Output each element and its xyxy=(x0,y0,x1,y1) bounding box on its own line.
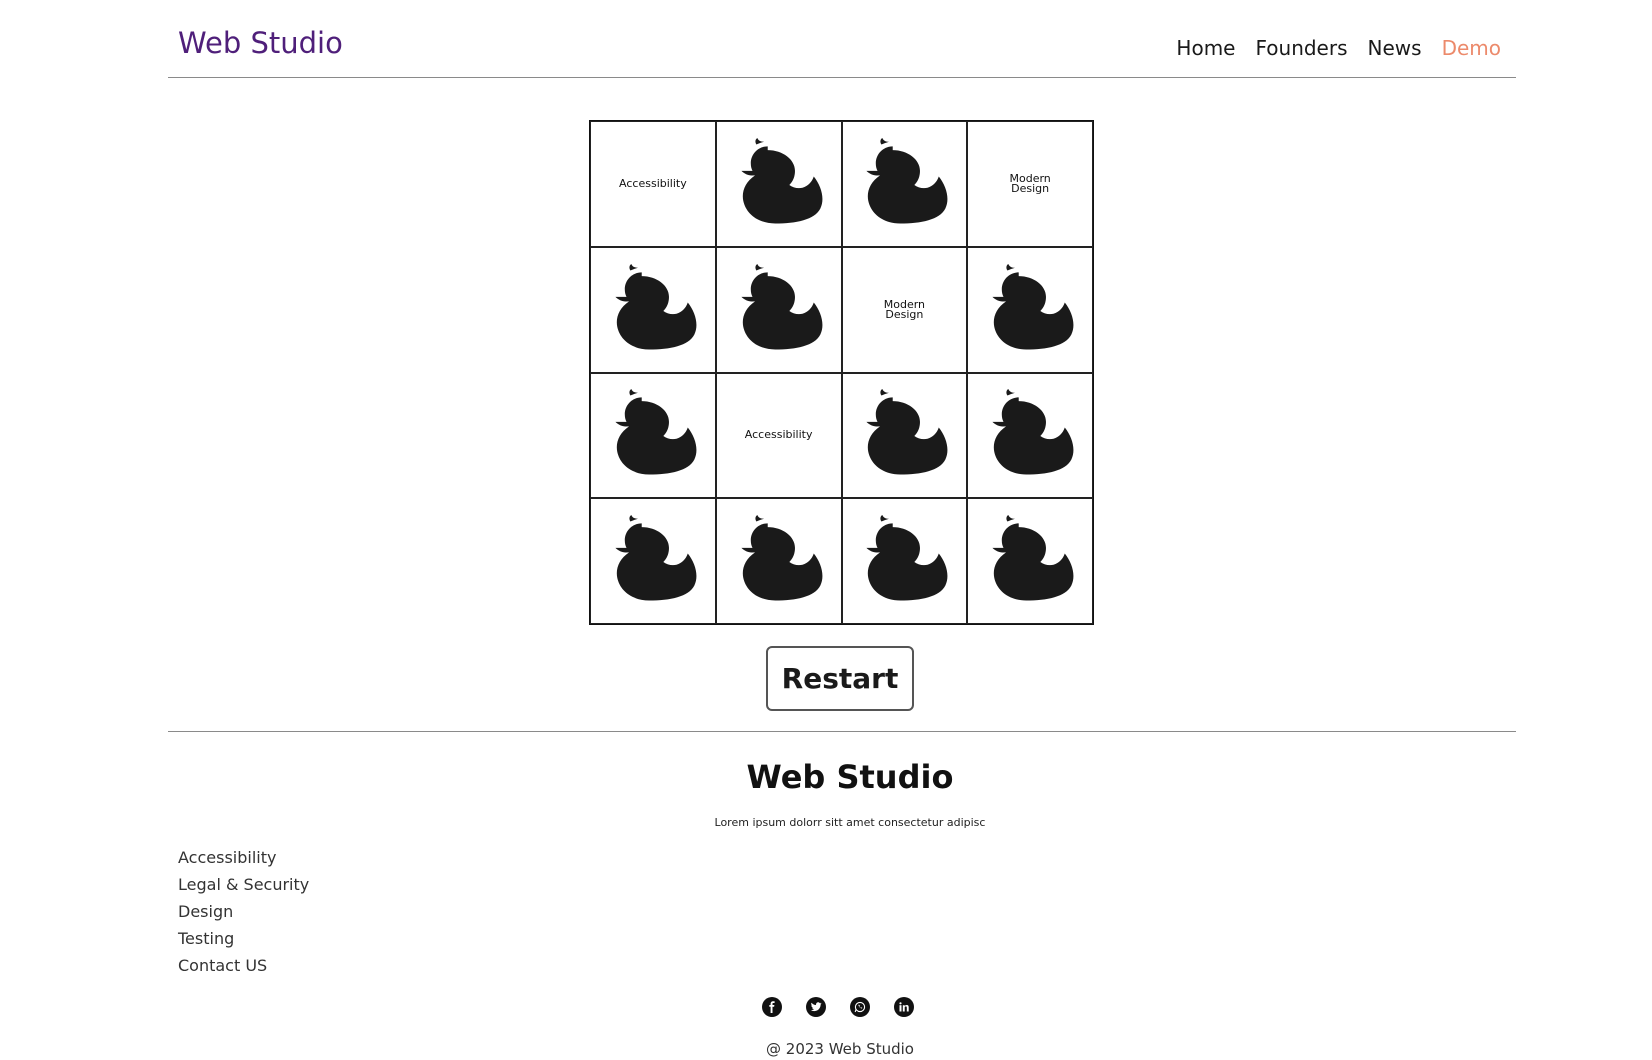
nav-demo[interactable]: Demo xyxy=(1442,36,1501,60)
card-face-down[interactable] xyxy=(715,246,842,373)
card-face-down[interactable] xyxy=(841,121,968,247)
footer-description: Lorem ipsum dolorr sitt amet consectetur… xyxy=(714,816,986,829)
footer-link-item: Legal & Security xyxy=(178,875,309,902)
restart-button[interactable]: Restart xyxy=(766,646,914,711)
footer-link-testing[interactable]: Testing xyxy=(178,929,234,948)
card-face-up[interactable]: Modern Design xyxy=(841,246,968,373)
duck-icon xyxy=(741,515,823,601)
duck-icon xyxy=(615,389,697,475)
duck-icon xyxy=(615,515,697,601)
nav-home[interactable]: Home xyxy=(1176,36,1235,60)
card-face-down[interactable] xyxy=(841,372,968,499)
card-face-down[interactable] xyxy=(967,372,1093,499)
duck-icon xyxy=(741,137,823,224)
card-face-down[interactable] xyxy=(715,498,842,624)
footer-link-item: Design xyxy=(178,902,309,929)
footer-title: Web Studio xyxy=(746,758,954,796)
twitter-icon[interactable] xyxy=(806,997,826,1017)
nav-founders[interactable]: Founders xyxy=(1255,36,1347,60)
footer-link-design[interactable]: Design xyxy=(178,902,233,921)
card-label: Accessibility xyxy=(744,428,813,442)
card-face-down[interactable] xyxy=(590,246,716,373)
footer-link-contact[interactable]: Contact US xyxy=(178,956,267,975)
card-face-down[interactable] xyxy=(841,498,968,624)
duck-icon xyxy=(992,263,1074,350)
footer-link-item: Testing xyxy=(178,929,309,956)
footer-links: Accessibility Legal & Security Design Te… xyxy=(178,848,309,983)
footer-link-accessibility[interactable]: Accessibility xyxy=(178,848,276,867)
footer-link-legal-security[interactable]: Legal & Security xyxy=(178,875,309,894)
footer-link-item: Contact US xyxy=(178,956,309,983)
card-label: Modern Design xyxy=(1009,171,1051,195)
whatsapp-icon[interactable] xyxy=(850,997,870,1017)
brand-logo[interactable]: Web Studio xyxy=(178,26,343,60)
duck-icon xyxy=(866,515,948,601)
memory-game-grid: Accessibility Modern Design Modern Design A… xyxy=(589,120,1094,625)
footer-link-item: Accessibility xyxy=(178,848,309,875)
card-face-down[interactable] xyxy=(967,498,1093,624)
footer-divider xyxy=(168,731,1516,732)
card-label: Modern Design xyxy=(883,297,926,321)
duck-icon xyxy=(992,389,1074,475)
card-face-up[interactable]: Accessibility xyxy=(715,372,842,499)
card-face-down[interactable] xyxy=(590,372,716,499)
duck-icon xyxy=(992,515,1074,601)
duck-icon xyxy=(741,263,823,350)
duck-icon xyxy=(866,137,948,224)
card-label: Accessibility xyxy=(619,176,687,190)
copyright: @ 2023 Web Studio xyxy=(766,1040,914,1058)
card-face-up[interactable]: Accessibility xyxy=(590,121,716,247)
card-face-down[interactable] xyxy=(715,121,842,247)
duck-icon xyxy=(866,389,948,475)
card-face-down[interactable] xyxy=(590,498,716,624)
nav-news[interactable]: News xyxy=(1368,36,1422,60)
card-face-up[interactable]: Modern Design xyxy=(967,121,1093,247)
duck-icon xyxy=(615,263,697,350)
facebook-icon[interactable] xyxy=(762,997,782,1017)
main-nav: Home Founders News Demo xyxy=(1176,36,1501,60)
linkedin-icon[interactable] xyxy=(894,997,914,1017)
card-face-down[interactable] xyxy=(967,246,1093,373)
site-header: Web Studio Home Founders News Demo xyxy=(168,0,1516,78)
social-links xyxy=(762,997,914,1017)
